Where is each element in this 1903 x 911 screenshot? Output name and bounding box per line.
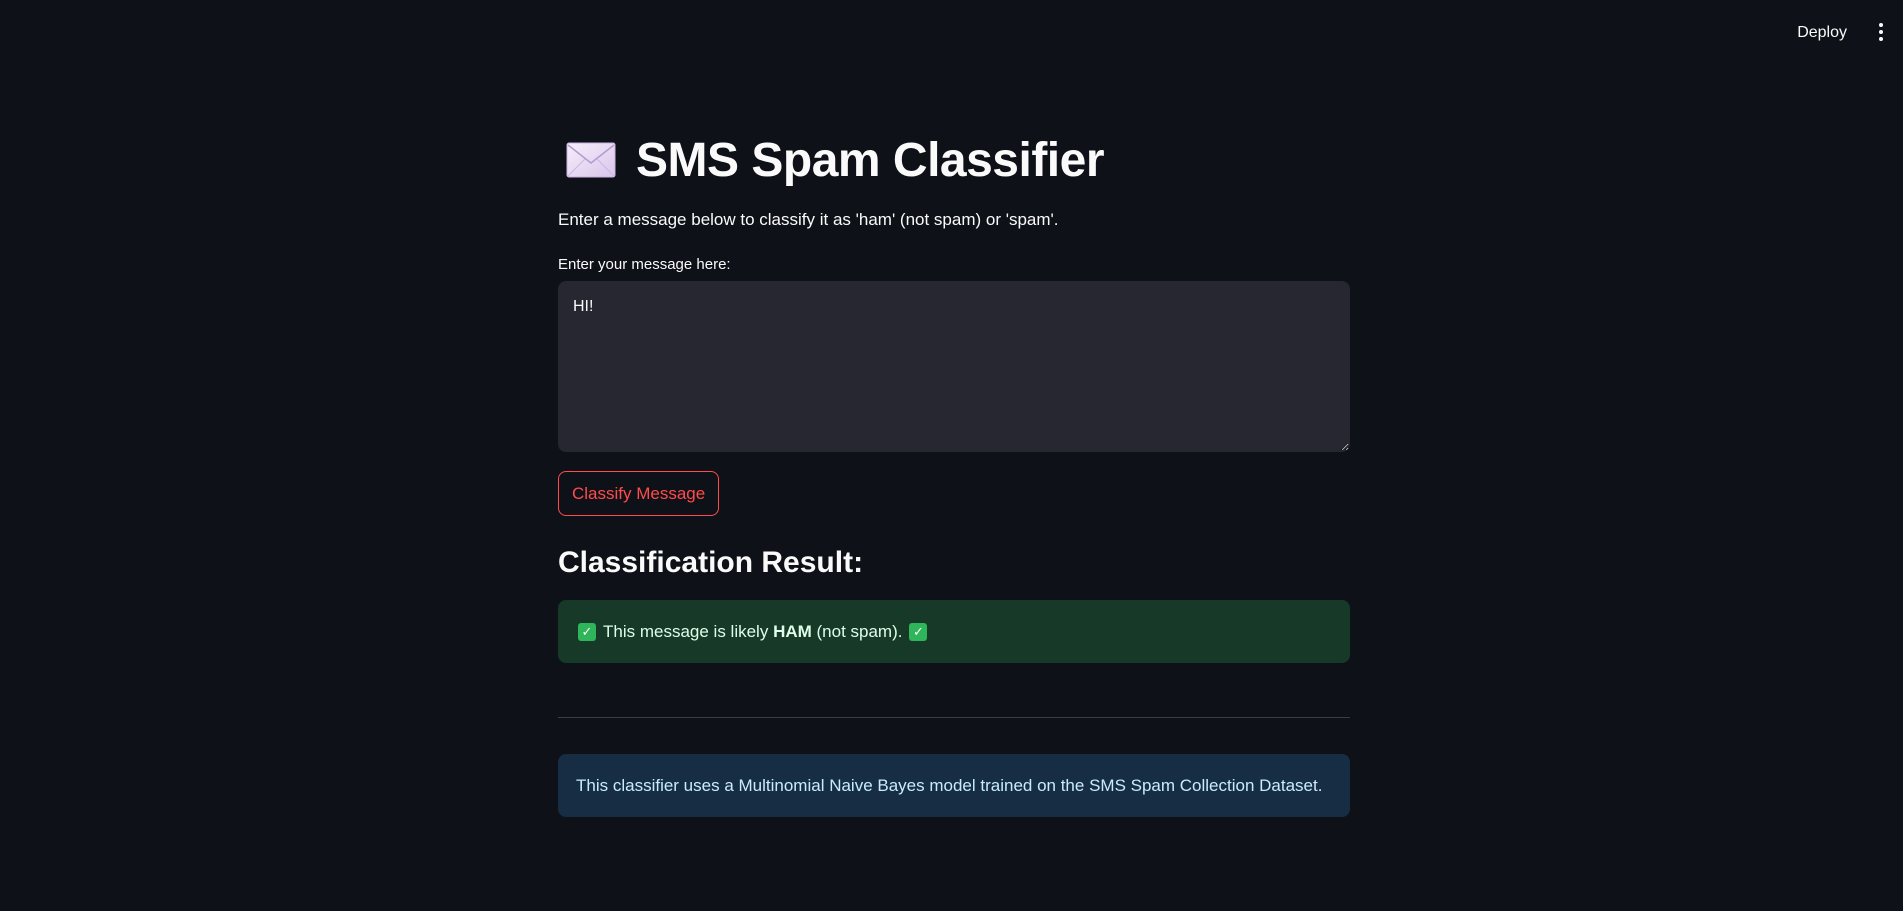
result-heading: Classification Result: [558, 546, 864, 579]
message-input-label: Enter your message here: [558, 256, 731, 273]
model-info-text: This classifier uses a Multinomial Naive… [576, 775, 1323, 795]
result-success-alert: ✓ This message is likely HAM (not spam).… [558, 600, 1350, 663]
result-text: This message is likely HAM (not spam). [603, 621, 903, 641]
vertical-ellipsis-icon [1879, 23, 1883, 27]
main-menu-button[interactable] [1869, 18, 1893, 46]
deploy-button[interactable]: Deploy [1789, 18, 1855, 48]
title-row: SMS Spam Classifier [558, 128, 1350, 192]
page-title: SMS Spam Classifier [636, 133, 1105, 187]
model-info-alert: This classifier uses a Multinomial Naive… [558, 754, 1350, 817]
message-input[interactable]: HI! [558, 281, 1350, 452]
classify-message-button[interactable]: Classify Message [558, 471, 720, 516]
check-mark-icon: ✓ [909, 622, 928, 641]
top-toolbar: Deploy [0, 0, 1903, 64]
result-label: HAM [773, 621, 812, 641]
main-content: SMS Spam Classifier Enter a message belo… [558, 128, 1350, 817]
envelope-icon [566, 142, 616, 178]
divider [558, 717, 1350, 718]
page-description: Enter a message below to classify it as … [558, 210, 1059, 229]
check-mark-icon: ✓ [578, 622, 596, 641]
